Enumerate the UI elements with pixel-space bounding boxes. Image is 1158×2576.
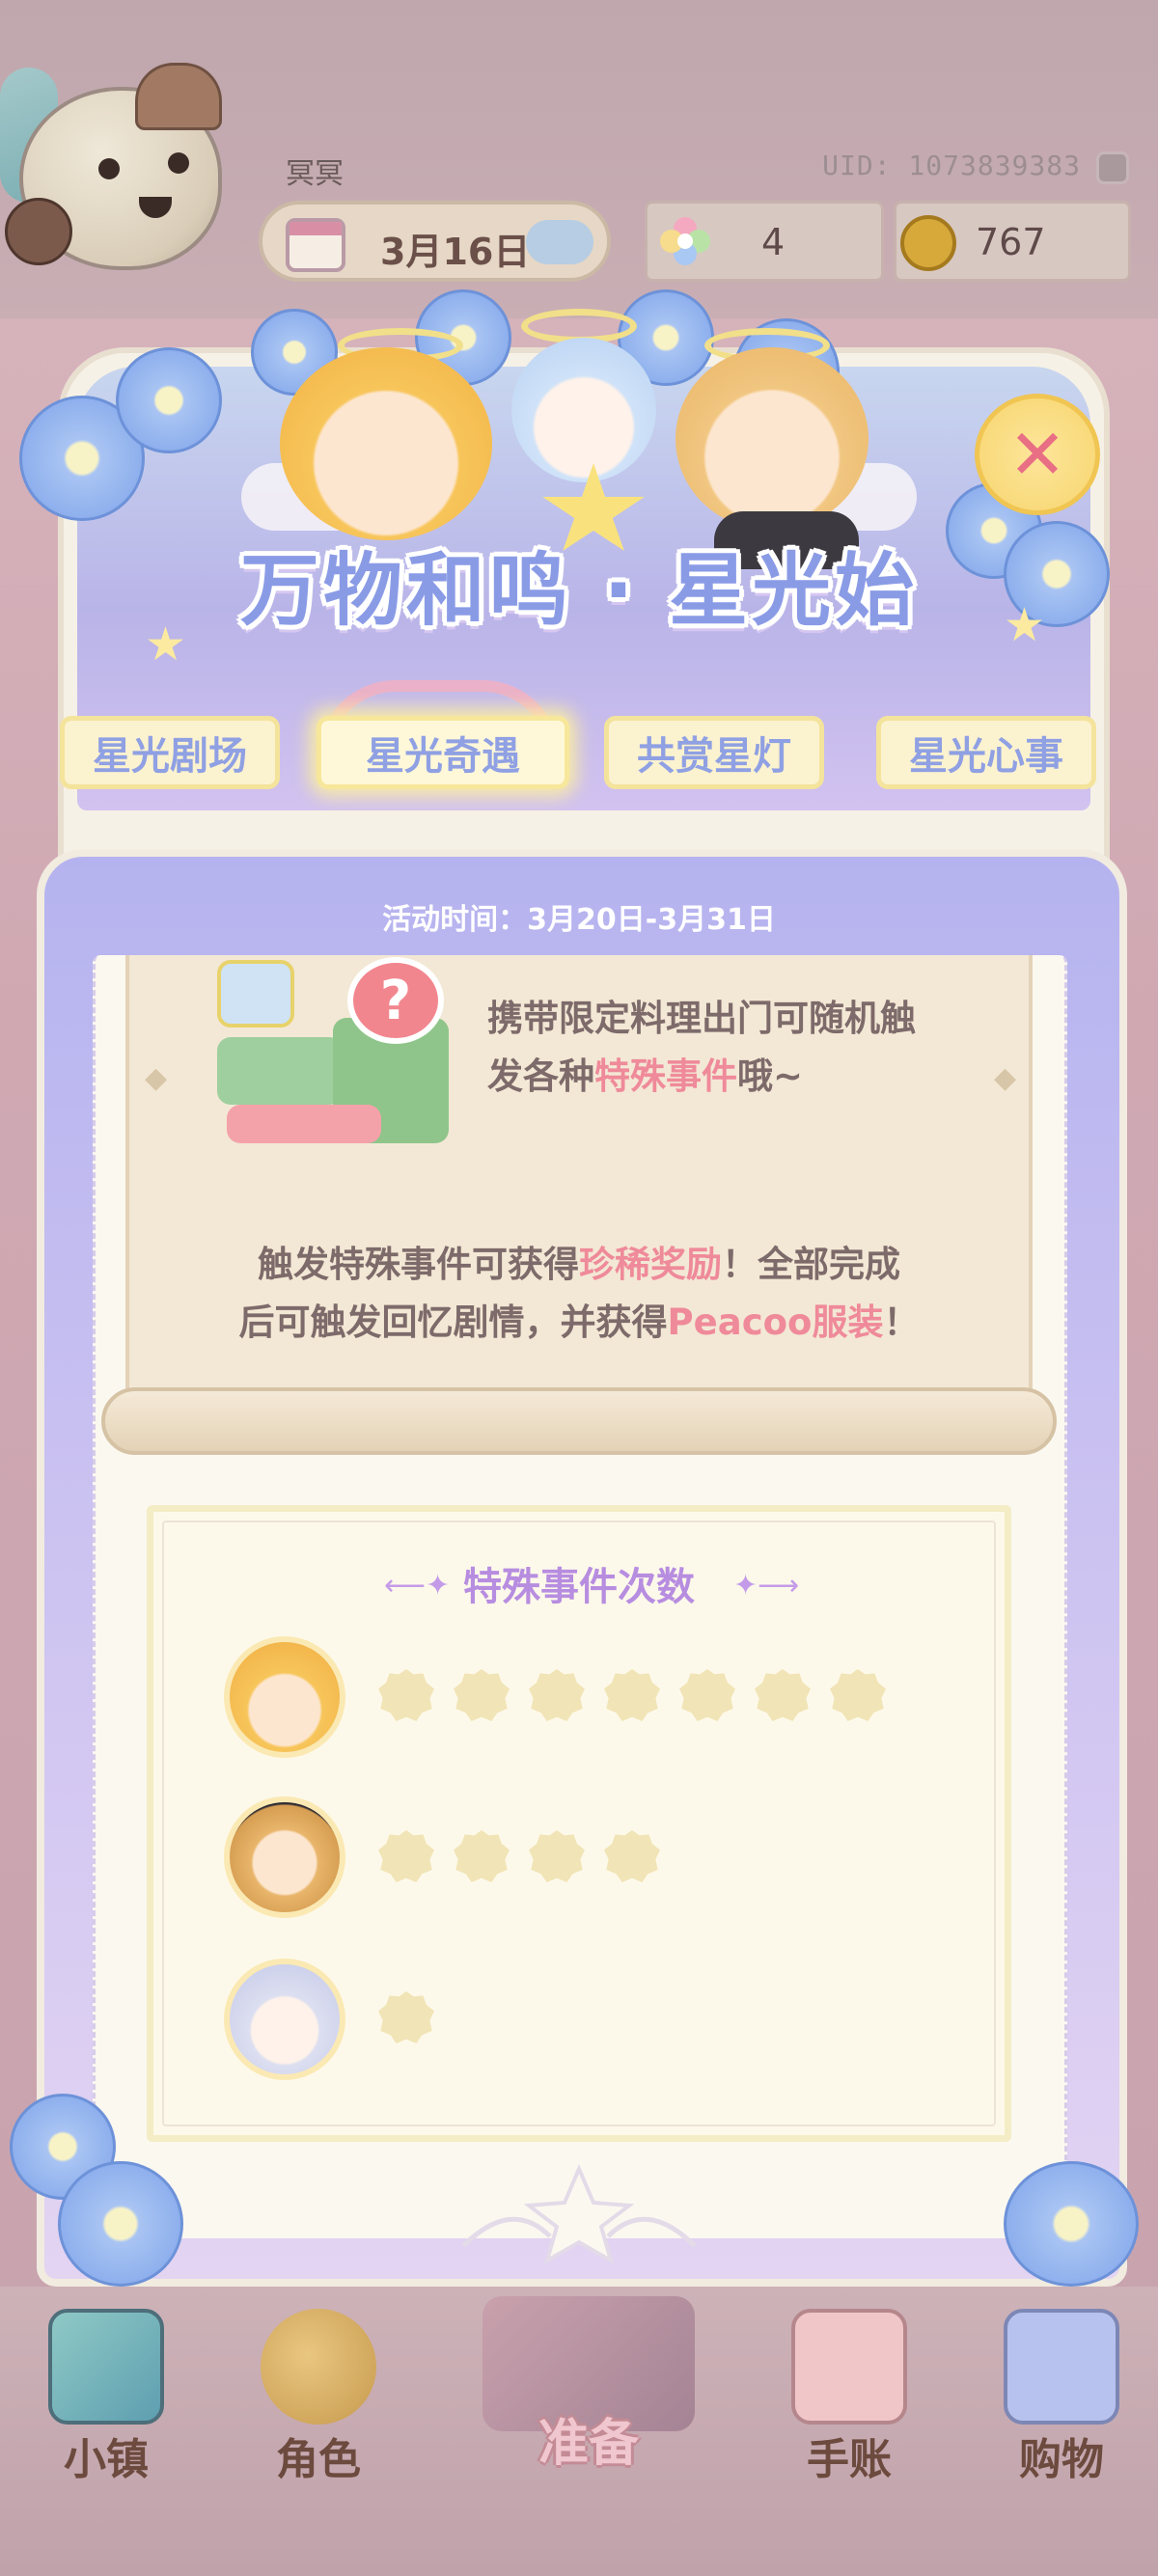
gem-count: 4 — [761, 221, 786, 263]
text-span: 后可触发回忆剧情，并获得 — [238, 1302, 668, 1343]
blue-flower-icon — [1004, 2161, 1139, 2287]
text-span: 触发特殊事件可获得 — [258, 1244, 579, 1285]
avatar-eye-icon — [98, 158, 120, 179]
tab-starlight-encounter[interactable]: 星光奇遇 — [317, 716, 569, 789]
scroll-roll — [101, 1387, 1057, 1455]
nav-character[interactable]: 角色 — [212, 2301, 386, 2494]
date-text: 3月16日 — [380, 231, 531, 273]
avatar-silver-hair-child — [224, 1959, 345, 2080]
player-avatar[interactable] — [0, 48, 251, 289]
highlight-special-event: 特殊事件 — [594, 1055, 737, 1097]
cloud-weather-icon — [526, 220, 593, 264]
character-icon — [261, 2309, 376, 2425]
scroll-ornament: ◆ — [994, 1061, 1017, 1095]
date-pill[interactable]: 3月16日 — [259, 201, 611, 282]
text-span: 哦~ — [737, 1055, 804, 1097]
nav-label: 角色 — [276, 2435, 361, 2484]
shopping-bag-icon — [1004, 2309, 1119, 2425]
counter-title: 特殊事件次数 — [463, 1565, 695, 1609]
tab-label: 星光奇遇 — [366, 734, 520, 779]
avatar-mouth — [139, 197, 172, 218]
activity-time: 活动时间：3月20日-3月31日 — [382, 903, 776, 937]
description-line-1: 携带限定料理出门可随机触 — [487, 998, 916, 1039]
star-decoration-icon: ★ — [1004, 598, 1046, 652]
scroll-ornament: ◆ — [145, 1061, 168, 1095]
curly-boy-character — [676, 347, 868, 531]
nav-label: 购物 — [1019, 2435, 1104, 2484]
event-title: 万物和鸣 · 星光始 — [239, 545, 919, 637]
text-span: 发各种 — [487, 1055, 594, 1097]
tab-starlight-theater[interactable]: 星光剧场 — [60, 716, 280, 789]
coin-icon — [900, 215, 956, 271]
blonde-girl-character — [280, 347, 492, 540]
nav-prepare-label: 准备 — [538, 2415, 639, 2473]
blue-flower-icon — [58, 2161, 183, 2287]
uid-label: UID: 1073839383 — [822, 150, 1081, 181]
copy-icon[interactable] — [1096, 151, 1129, 184]
rainbow-gem-icon — [660, 217, 710, 265]
nav-label: 手账 — [807, 2435, 892, 2484]
tab-label: 星光心事 — [909, 734, 1063, 779]
avatar-eye-icon — [168, 152, 189, 174]
tab-label: 共赏星灯 — [637, 734, 791, 779]
text-span: ！全部完成 — [722, 1244, 900, 1285]
teddy-bear-icon — [5, 198, 72, 265]
coin-count: 767 — [976, 221, 1046, 263]
map-piece — [217, 1037, 343, 1105]
close-icon: ✕ — [1007, 414, 1067, 495]
nav-label: 小镇 — [64, 2435, 149, 2484]
map-piece — [227, 1105, 381, 1143]
description-line-3: 触发特殊事件可获得珍稀奖励！全部完成 — [0, 1235, 1158, 1287]
nav-town[interactable]: 小镇 — [0, 2301, 174, 2494]
lantern-piece — [217, 960, 294, 1028]
tab-starlight-lanterns[interactable]: 共赏星灯 — [604, 716, 824, 789]
text-span: ！ — [883, 1302, 920, 1343]
description-line-4: 后可触发回忆剧情，并获得Peacoo服装！ — [0, 1293, 1158, 1345]
avatar-curly-boy — [224, 1796, 345, 1918]
nav-shopping[interactable]: 购物 — [955, 2301, 1129, 2494]
map-icon — [48, 2309, 164, 2425]
calendar-icon — [286, 218, 345, 272]
tab-label: 星光剧场 — [93, 734, 247, 779]
gem-counter[interactable]: 4 — [645, 201, 884, 282]
highlight-peacoo-outfit: Peacoo服装 — [667, 1302, 884, 1343]
bottom-star-flourish — [461, 2163, 697, 2265]
question-mark-icon: ? — [347, 957, 444, 1044]
player-name: 冥冥 — [286, 157, 344, 191]
highlight-rare-reward: 珍稀奖励 — [579, 1244, 722, 1285]
nav-journal[interactable]: 手账 — [743, 2301, 917, 2494]
silver-hair-character — [511, 338, 656, 482]
blue-flower-icon — [116, 347, 222, 453]
tab-starlight-thoughts[interactable]: 星光心事 — [876, 716, 1096, 789]
star-decoration-icon: ★ — [145, 617, 187, 671]
avatar-blonde-girl — [224, 1636, 345, 1758]
coin-counter[interactable]: 767 — [894, 201, 1131, 282]
journal-icon — [791, 2309, 907, 2425]
close-button[interactable]: ✕ — [975, 394, 1100, 515]
description-line-2: 发各种特殊事件哦~ — [487, 1047, 803, 1099]
cake-decoration-icon — [135, 63, 222, 130]
